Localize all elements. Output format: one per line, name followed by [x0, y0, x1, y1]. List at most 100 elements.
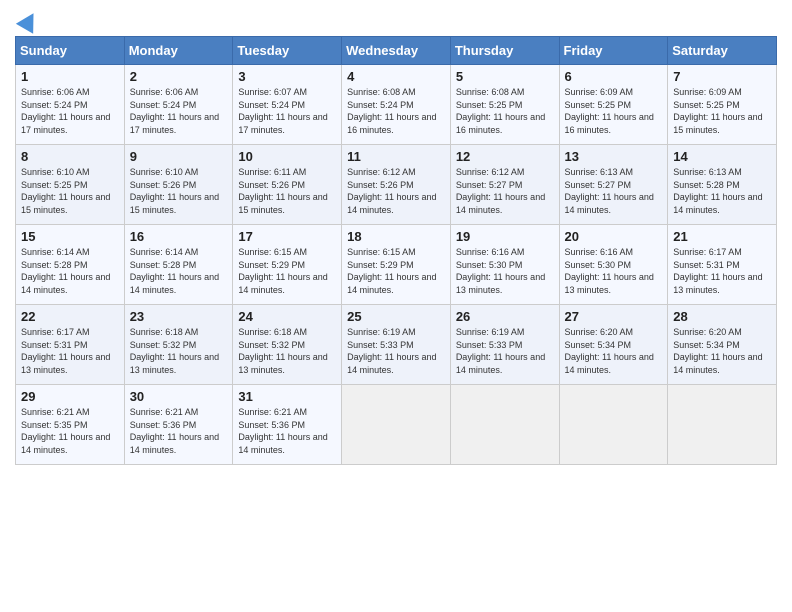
calendar-cell: 27 Sunrise: 6:20 AMSunset: 5:34 PMDayligh… [559, 305, 668, 385]
day-info: Sunrise: 6:21 AMSunset: 5:36 PMDaylight:… [130, 406, 228, 456]
calendar-cell: 21 Sunrise: 6:17 AMSunset: 5:31 PMDayligh… [668, 225, 777, 305]
calendar-cell: 29Sunrise: 6:21 AMSunset: 5:35 PMDayligh… [16, 385, 125, 465]
logo [15, 14, 39, 30]
calendar-cell: 26 Sunrise: 6:19 AMSunset: 5:33 PMDayligh… [450, 305, 559, 385]
day-info: Sunrise: 6:13 AMSunset: 5:28 PMDaylight:… [673, 166, 771, 216]
calendar-cell [668, 385, 777, 465]
day-number: 29 [21, 389, 119, 404]
day-info: Sunrise: 6:20 AMSunset: 5:34 PMDaylight:… [565, 326, 663, 376]
calendar-cell: 14 Sunrise: 6:13 AMSunset: 5:28 PMDayligh… [668, 145, 777, 225]
day-number: 28 [673, 309, 771, 324]
day-number: 7 [673, 69, 771, 84]
day-info: Sunrise: 6:13 AMSunset: 5:27 PMDaylight:… [565, 166, 663, 216]
calendar-header-row: SundayMondayTuesdayWednesdayThursdayFrid… [16, 37, 777, 65]
day-number: 20 [565, 229, 663, 244]
day-number: 2 [130, 69, 228, 84]
day-info: Sunrise: 6:18 AMSunset: 5:32 PMDaylight:… [130, 326, 228, 376]
day-info: Sunrise: 6:16 AMSunset: 5:30 PMDaylight:… [456, 246, 554, 296]
calendar-cell: 31 Sunrise: 6:21 AMSunset: 5:36 PMDayligh… [233, 385, 342, 465]
calendar-cell: 10 Sunrise: 6:11 AMSunset: 5:26 PMDayligh… [233, 145, 342, 225]
day-info: Sunrise: 6:10 AMSunset: 5:26 PMDaylight:… [130, 166, 228, 216]
day-info: Sunrise: 6:09 AMSunset: 5:25 PMDaylight:… [565, 86, 663, 136]
day-number: 25 [347, 309, 445, 324]
day-info: Sunrise: 6:08 AMSunset: 5:25 PMDaylight:… [456, 86, 554, 136]
day-number: 8 [21, 149, 119, 164]
day-info: Sunrise: 6:14 AMSunset: 5:28 PMDaylight:… [130, 246, 228, 296]
day-number: 30 [130, 389, 228, 404]
day-number: 3 [238, 69, 336, 84]
day-info: Sunrise: 6:12 AMSunset: 5:27 PMDaylight:… [456, 166, 554, 216]
day-header-tuesday: Tuesday [233, 37, 342, 65]
calendar-week-2: 8 Sunrise: 6:10 AMSunset: 5:25 PMDaylight… [16, 145, 777, 225]
calendar-cell: 24Sunrise: 6:18 AMSunset: 5:32 PMDayligh… [233, 305, 342, 385]
calendar-table: SundayMondayTuesdayWednesdayThursdayFrid… [15, 36, 777, 465]
day-number: 5 [456, 69, 554, 84]
calendar-cell: 8 Sunrise: 6:10 AMSunset: 5:25 PMDaylight… [16, 145, 125, 225]
day-header-friday: Friday [559, 37, 668, 65]
day-header-saturday: Saturday [668, 37, 777, 65]
calendar-cell: 11Sunrise: 6:12 AMSunset: 5:26 PMDayligh… [342, 145, 451, 225]
calendar-cell: 2Sunrise: 6:06 AMSunset: 5:24 PMDaylight… [124, 65, 233, 145]
calendar-cell: 22Sunrise: 6:17 AMSunset: 5:31 PMDayligh… [16, 305, 125, 385]
calendar-week-5: 29Sunrise: 6:21 AMSunset: 5:35 PMDayligh… [16, 385, 777, 465]
day-info: Sunrise: 6:07 AMSunset: 5:24 PMDaylight:… [238, 86, 336, 136]
calendar-cell [342, 385, 451, 465]
day-number: 9 [130, 149, 228, 164]
day-info: Sunrise: 6:17 AMSunset: 5:31 PMDaylight:… [673, 246, 771, 296]
day-info: Sunrise: 6:14 AMSunset: 5:28 PMDaylight:… [21, 246, 119, 296]
day-number: 16 [130, 229, 228, 244]
page-header [15, 10, 777, 30]
calendar-week-4: 22Sunrise: 6:17 AMSunset: 5:31 PMDayligh… [16, 305, 777, 385]
day-info: Sunrise: 6:11 AMSunset: 5:26 PMDaylight:… [238, 166, 336, 216]
day-number: 31 [238, 389, 336, 404]
day-info: Sunrise: 6:21 AMSunset: 5:36 PMDaylight:… [238, 406, 336, 456]
calendar-cell [450, 385, 559, 465]
day-number: 13 [565, 149, 663, 164]
calendar-cell: 16 Sunrise: 6:14 AMSunset: 5:28 PMDayligh… [124, 225, 233, 305]
calendar-cell: 23 Sunrise: 6:18 AMSunset: 5:32 PMDayligh… [124, 305, 233, 385]
day-header-sunday: Sunday [16, 37, 125, 65]
day-info: Sunrise: 6:08 AMSunset: 5:24 PMDaylight:… [347, 86, 445, 136]
day-number: 10 [238, 149, 336, 164]
day-number: 4 [347, 69, 445, 84]
day-number: 6 [565, 69, 663, 84]
calendar-cell: 12 Sunrise: 6:12 AMSunset: 5:27 PMDayligh… [450, 145, 559, 225]
calendar-cell: 13 Sunrise: 6:13 AMSunset: 5:27 PMDayligh… [559, 145, 668, 225]
day-info: Sunrise: 6:17 AMSunset: 5:31 PMDaylight:… [21, 326, 119, 376]
calendar-cell: 17 Sunrise: 6:15 AMSunset: 5:29 PMDayligh… [233, 225, 342, 305]
day-info: Sunrise: 6:16 AMSunset: 5:30 PMDaylight:… [565, 246, 663, 296]
calendar-cell: 20 Sunrise: 6:16 AMSunset: 5:30 PMDayligh… [559, 225, 668, 305]
day-number: 21 [673, 229, 771, 244]
calendar-cell [559, 385, 668, 465]
calendar-cell: 19Sunrise: 6:16 AMSunset: 5:30 PMDayligh… [450, 225, 559, 305]
calendar-cell: 7 Sunrise: 6:09 AMSunset: 5:25 PMDaylight… [668, 65, 777, 145]
day-info: Sunrise: 6:10 AMSunset: 5:25 PMDaylight:… [21, 166, 119, 216]
day-number: 12 [456, 149, 554, 164]
day-info: Sunrise: 6:15 AMSunset: 5:29 PMDaylight:… [238, 246, 336, 296]
day-number: 26 [456, 309, 554, 324]
day-header-wednesday: Wednesday [342, 37, 451, 65]
day-info: Sunrise: 6:18 AMSunset: 5:32 PMDaylight:… [238, 326, 336, 376]
calendar-cell: 30 Sunrise: 6:21 AMSunset: 5:36 PMDayligh… [124, 385, 233, 465]
day-info: Sunrise: 6:19 AMSunset: 5:33 PMDaylight:… [347, 326, 445, 376]
calendar-cell: 15 Sunrise: 6:14 AMSunset: 5:28 PMDayligh… [16, 225, 125, 305]
day-info: Sunrise: 6:06 AMSunset: 5:24 PMDaylight:… [21, 86, 119, 136]
calendar-week-1: 1Sunrise: 6:06 AMSunset: 5:24 PMDaylight… [16, 65, 777, 145]
day-number: 23 [130, 309, 228, 324]
calendar-cell: 3 Sunrise: 6:07 AMSunset: 5:24 PMDaylight… [233, 65, 342, 145]
day-header-thursday: Thursday [450, 37, 559, 65]
day-info: Sunrise: 6:20 AMSunset: 5:34 PMDaylight:… [673, 326, 771, 376]
calendar-week-3: 15 Sunrise: 6:14 AMSunset: 5:28 PMDayligh… [16, 225, 777, 305]
day-info: Sunrise: 6:19 AMSunset: 5:33 PMDaylight:… [456, 326, 554, 376]
calendar-cell: 5 Sunrise: 6:08 AMSunset: 5:25 PMDaylight… [450, 65, 559, 145]
day-number: 14 [673, 149, 771, 164]
day-number: 11 [347, 149, 445, 164]
day-number: 17 [238, 229, 336, 244]
calendar-cell: 18Sunrise: 6:15 AMSunset: 5:29 PMDayligh… [342, 225, 451, 305]
logo-icon [16, 8, 42, 34]
day-info: Sunrise: 6:09 AMSunset: 5:25 PMDaylight:… [673, 86, 771, 136]
day-number: 27 [565, 309, 663, 324]
calendar-cell: 25 Sunrise: 6:19 AMSunset: 5:33 PMDayligh… [342, 305, 451, 385]
calendar-cell: 4 Sunrise: 6:08 AMSunset: 5:24 PMDaylight… [342, 65, 451, 145]
day-number: 15 [21, 229, 119, 244]
